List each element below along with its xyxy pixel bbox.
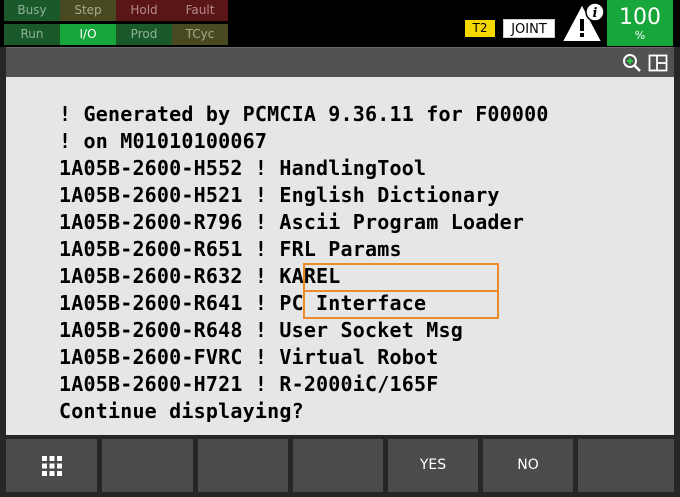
warning-info-icon[interactable]: i: [562, 2, 606, 42]
led-prod: Prod: [116, 24, 172, 45]
f3-key[interactable]: [293, 439, 383, 492]
highlight-box-karel: [303, 263, 499, 292]
led-busy: Busy: [4, 0, 60, 21]
mode-badge: T2: [465, 20, 495, 37]
option-line: 1A05B-2600-R651 ! FRL Params: [59, 237, 402, 261]
option-line: 1A05B-2600-FVRC ! Virtual Robot: [59, 345, 439, 369]
coord-badge[interactable]: JOINT: [503, 19, 555, 38]
f1-key[interactable]: [102, 439, 193, 492]
menu-key[interactable]: [6, 439, 97, 492]
f6-key[interactable]: [578, 439, 674, 492]
led-tcyc: TCyc: [172, 24, 228, 45]
screen-content: ! Generated by PCMCIA 9.36.11 for F00000…: [6, 77, 674, 435]
grid-menu-icon: [41, 456, 62, 476]
split-window-icon[interactable]: [648, 53, 668, 73]
status-bar: Busy Step Hold Fault Run I/O Prod TCyc T…: [0, 0, 680, 47]
option-line: 1A05B-2600-H721 ! R-2000iC/165F: [59, 372, 439, 396]
led-run: Run: [4, 24, 60, 45]
continue-prompt: Continue displaying?: [59, 399, 304, 423]
option-line: 1A05B-2600-R796 ! Ascii Program Loader: [59, 210, 525, 234]
led-io: I/O: [60, 24, 116, 45]
line-header-2: ! on M01010100067: [59, 129, 268, 153]
highlight-box-pc-interface: [303, 290, 499, 319]
override-unit: %: [634, 29, 646, 42]
zoom-in-icon[interactable]: [622, 53, 642, 73]
svg-text:i: i: [593, 6, 598, 21]
f2-key[interactable]: [198, 439, 288, 492]
led-fault: Fault: [172, 0, 228, 21]
function-key-bar: YES NO: [6, 437, 674, 493]
yes-button[interactable]: YES: [388, 439, 478, 492]
option-line: 1A05B-2600-H521 ! English Dictionary: [59, 183, 500, 207]
no-button[interactable]: NO: [483, 439, 573, 492]
led-step: Step: [60, 0, 116, 21]
override-indicator[interactable]: 100 %: [607, 0, 673, 46]
option-line: 1A05B-2600-R648 ! User Socket Msg: [59, 318, 463, 342]
tool-strip: [6, 47, 674, 77]
led-hold: Hold: [116, 0, 172, 21]
line-header-1: ! Generated by PCMCIA 9.36.11 for F00000: [59, 102, 549, 126]
option-line: 1A05B-2600-H552 ! HandlingTool: [59, 156, 427, 180]
override-value: 100: [619, 5, 661, 30]
